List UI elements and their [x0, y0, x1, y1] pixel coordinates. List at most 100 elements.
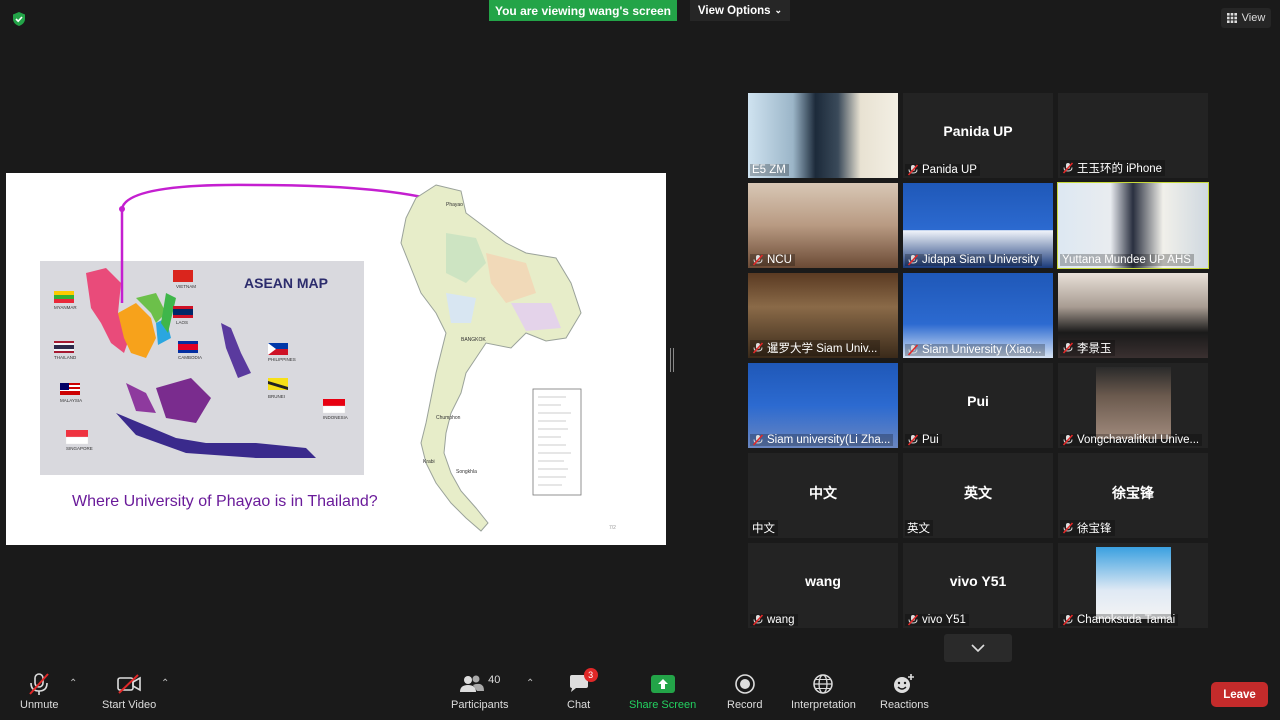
- chat-badge: 3: [583, 668, 598, 682]
- grid-icon: [1226, 13, 1237, 23]
- participant-tile[interactable]: Siam university(Li Zha...: [748, 363, 898, 448]
- participant-name-label: Siam university(Li Zha...: [750, 434, 894, 446]
- participant-tile[interactable]: 暹罗大学 Siam Univ...: [748, 273, 898, 358]
- participant-name: 暹罗大学 Siam Univ...: [767, 343, 878, 355]
- reactions-label: Reactions: [880, 699, 929, 711]
- flag-label: MALAYSIA: [60, 398, 82, 403]
- view-button[interactable]: View: [1221, 8, 1271, 28]
- participant-name-label: Vongchavalitkul Unive...: [1060, 434, 1203, 446]
- participant-name: Jidapa Siam University: [922, 254, 1039, 266]
- map-label: BANGKOK: [461, 337, 486, 343]
- participant-name: E5 ZM: [752, 164, 786, 176]
- shield-icon[interactable]: [11, 11, 27, 27]
- gallery-next-page-button[interactable]: [944, 634, 1012, 662]
- participant-name-label: Jidapa Siam University: [905, 254, 1042, 266]
- viewing-banner: You are viewing wang's screen: [489, 0, 677, 21]
- video-options-caret[interactable]: ⌃: [161, 678, 169, 689]
- reactions-button[interactable]: Reactions: [880, 670, 929, 711]
- participant-name: 英文: [907, 523, 930, 535]
- chat-button[interactable]: 3 Chat: [567, 668, 598, 711]
- participant-tile[interactable]: 王玉环的 iPhone: [1058, 93, 1208, 178]
- participant-name: Siam university(Li Zha...: [767, 434, 891, 446]
- participant-display-name: 英文: [964, 485, 992, 501]
- participant-tile[interactable]: Jidapa Siam University: [903, 183, 1053, 268]
- participant-tile[interactable]: Vongchavalitkul Unive...: [1058, 363, 1208, 448]
- smiley-plus-icon: [894, 674, 915, 693]
- participants-button[interactable]: 40 Participants: [451, 670, 508, 711]
- participant-name-label: NCU: [750, 254, 795, 266]
- participants-label: Participants: [451, 699, 509, 711]
- microphone-muted-icon: [907, 614, 919, 626]
- view-options-label: View Options: [697, 4, 771, 17]
- participant-tile[interactable]: Yuttana Mundee UP AHS: [1057, 182, 1209, 269]
- participant-name: NCU: [767, 254, 792, 266]
- map-label: Phayao: [446, 202, 463, 208]
- video-camera-off-icon: [117, 674, 141, 694]
- participant-video: [1096, 547, 1171, 619]
- slide-question: Where University of Phayao is in Thailan…: [72, 493, 378, 510]
- participant-tile[interactable]: 英文 英文: [903, 453, 1053, 538]
- participant-tile[interactable]: wang wang: [748, 543, 898, 628]
- flag-label: SINGAPORE: [66, 446, 93, 451]
- start-video-button[interactable]: Start Video: [102, 670, 156, 711]
- participant-name-label: Yuttana Mundee UP AHS: [1060, 254, 1194, 266]
- flag-label: THAILAND: [54, 355, 77, 360]
- unmute-button[interactable]: Unmute: [20, 670, 59, 711]
- chat-label: Chat: [567, 699, 591, 711]
- participant-name: wang: [767, 614, 795, 626]
- microphone-muted-icon: [752, 614, 764, 626]
- interpretation-button[interactable]: Interpretation: [791, 670, 856, 711]
- participant-tile[interactable]: Chanoksuda Tamai: [1058, 543, 1208, 628]
- participant-name-label: 暹罗大学 Siam Univ...: [750, 340, 881, 356]
- participant-name: 李景玉: [1077, 343, 1112, 355]
- participant-tile[interactable]: 徐宝锋 徐宝锋: [1058, 453, 1208, 538]
- participant-name: Panida UP: [922, 164, 977, 176]
- record-button[interactable]: Record: [727, 670, 762, 711]
- participant-name-label: 中文: [750, 520, 778, 536]
- microphone-muted-icon: [752, 254, 764, 266]
- participant-tile[interactable]: Panida UP Panida UP: [903, 93, 1053, 178]
- share-screen-button[interactable]: Share Screen: [629, 670, 696, 711]
- participant-tile[interactable]: E5 ZM: [748, 93, 898, 178]
- participant-tile[interactable]: Siam University (Xiao...: [903, 273, 1053, 358]
- participant-name: vivo Y51: [922, 614, 966, 626]
- microphone-muted-icon: [752, 342, 764, 354]
- microphone-muted-icon: [1062, 522, 1074, 534]
- participant-tile[interactable]: NCU: [748, 183, 898, 268]
- participant-tile[interactable]: vivo Y51 vivo Y51: [903, 543, 1053, 628]
- participant-tile[interactable]: 李景玉: [1058, 273, 1208, 358]
- participants-options-caret[interactable]: ⌃: [526, 678, 534, 689]
- audio-options-caret[interactable]: ⌃: [69, 678, 77, 689]
- participant-name-label: 王玉环的 iPhone: [1060, 160, 1166, 176]
- map-title: ASEAN MAP: [244, 275, 328, 291]
- record-label: Record: [727, 699, 763, 711]
- participant-name-label: Chanoksuda Tamai: [1060, 614, 1179, 626]
- participants-count: 40: [488, 674, 501, 686]
- map-label: Songkhla: [456, 469, 477, 475]
- participant-name: Pui: [922, 434, 939, 446]
- participant-name: Siam University (Xiao...: [922, 344, 1042, 356]
- microphone-muted-icon: [907, 164, 919, 176]
- participant-tile[interactable]: 中文 中文: [748, 453, 898, 538]
- split-divider-handle[interactable]: [670, 348, 674, 372]
- flag-label: LAOS: [176, 320, 188, 325]
- participant-name-label: Siam University (Xiao...: [905, 344, 1045, 356]
- share-screen-label: Share Screen: [629, 699, 697, 711]
- participant-display-name: wang: [805, 573, 841, 589]
- participant-video: [1096, 367, 1171, 439]
- shared-screen: ASEAN MAP MYANMAR VIETNAM LAOS THAILAND …: [6, 173, 666, 545]
- globe-icon: [813, 674, 834, 694]
- microphone-muted-icon: [1062, 614, 1074, 626]
- leave-button[interactable]: Leave: [1211, 682, 1268, 707]
- participant-name-label: wang: [750, 614, 798, 626]
- view-options-button[interactable]: View Options ⌄: [690, 0, 790, 21]
- flag-label: VIETNAM: [176, 284, 196, 289]
- participant-name-label: Panida UP: [905, 164, 980, 176]
- flag-label: INDONESIA: [323, 415, 348, 420]
- participant-tile[interactable]: Pui Pui: [903, 363, 1053, 448]
- microphone-muted-icon: [1062, 342, 1074, 354]
- flag-label: MYANMAR: [54, 305, 77, 310]
- microphone-muted-icon: [29, 673, 50, 695]
- microphone-muted-icon: [907, 254, 919, 266]
- participant-name: Chanoksuda Tamai: [1077, 614, 1176, 626]
